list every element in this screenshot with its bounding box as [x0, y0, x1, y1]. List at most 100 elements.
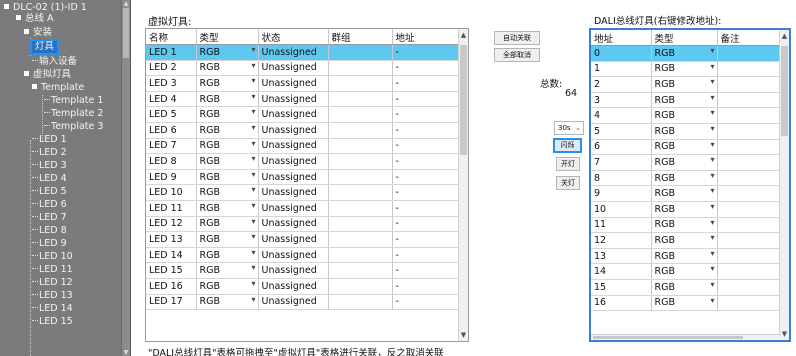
- cell-type[interactable]: RGB ▾: [196, 247, 259, 264]
- cell-note[interactable]: [717, 139, 782, 156]
- table-row[interactable]: 6 RGB ▾: [591, 139, 782, 156]
- cell-type[interactable]: RGB ▾: [196, 169, 259, 186]
- cell-group[interactable]: [328, 231, 393, 248]
- cell-group[interactable]: [328, 75, 393, 92]
- cell-type[interactable]: RGB ▾: [196, 278, 259, 295]
- cell-type[interactable]: RGB ▾: [196, 184, 259, 202]
- dropdown-arrow-icon[interactable]: ▾: [710, 93, 714, 102]
- tree-led-8[interactable]: LED 8: [32, 225, 67, 237]
- cell-address[interactable]: -: [392, 278, 461, 295]
- cell-type[interactable]: RGB ▾: [196, 60, 259, 77]
- interval-select[interactable]: 30s ⌄: [554, 121, 584, 135]
- cell-note[interactable]: [717, 45, 782, 62]
- cell-group[interactable]: [328, 262, 393, 279]
- scroll-up-icon[interactable]: ▲: [459, 31, 468, 39]
- cell-name[interactable]: LED 6: [146, 122, 197, 139]
- cell-name[interactable]: LED 9: [146, 169, 197, 186]
- table-row[interactable]: LED 17 RGB ▾ Unassigned -: [146, 294, 461, 311]
- flash-button[interactable]: 闪烁: [553, 138, 582, 153]
- table-row[interactable]: LED 3 RGB ▾ Unassigned -: [146, 75, 461, 92]
- table-row[interactable]: LED 1 RGB ▾ Unassigned -: [146, 44, 461, 61]
- cell-type[interactable]: RGB ▾: [651, 61, 718, 78]
- table-row[interactable]: LED 15 RGB ▾ Unassigned -: [146, 262, 461, 279]
- cell-note[interactable]: [717, 201, 782, 218]
- tree-led-12[interactable]: LED 12: [32, 277, 73, 289]
- table-row[interactable]: LED 7 RGB ▾ Unassigned -: [146, 138, 461, 155]
- tree-led-14[interactable]: LED 14: [32, 303, 73, 315]
- cell-status[interactable]: Unassigned: [258, 75, 329, 92]
- cell-address[interactable]: -: [392, 60, 461, 77]
- dropdown-arrow-icon[interactable]: ▾: [251, 45, 255, 54]
- tree-led-6[interactable]: LED 6: [32, 199, 67, 211]
- dropdown-arrow-icon[interactable]: ▾: [251, 61, 255, 70]
- dropdown-arrow-icon[interactable]: ▾: [251, 217, 255, 226]
- table-row[interactable]: LED 9 RGB ▾ Unassigned -: [146, 169, 461, 186]
- dropdown-arrow-icon[interactable]: ▾: [710, 218, 714, 227]
- scroll-up-icon[interactable]: ▲: [123, 0, 129, 7]
- cell-type[interactable]: RGB ▾: [651, 217, 718, 234]
- cell-address[interactable]: -: [392, 91, 461, 108]
- cell-address[interactable]: 2: [591, 76, 652, 93]
- tree-led-13[interactable]: LED 13: [32, 290, 73, 302]
- dropdown-arrow-icon[interactable]: ▾: [710, 296, 714, 305]
- cell-group[interactable]: [328, 60, 393, 77]
- cell-address[interactable]: -: [392, 247, 461, 264]
- table-row[interactable]: LED 6 RGB ▾ Unassigned -: [146, 122, 461, 139]
- cell-address[interactable]: 16: [591, 295, 652, 312]
- cell-address[interactable]: 9: [591, 185, 652, 203]
- scroll-thumb[interactable]: [460, 45, 467, 155]
- cell-type[interactable]: RGB ▾: [651, 123, 718, 140]
- cell-address[interactable]: 11: [591, 217, 652, 234]
- tree-template-1[interactable]: Template 1: [44, 95, 103, 107]
- cell-type[interactable]: RGB ▾: [196, 262, 259, 279]
- dropdown-arrow-icon[interactable]: ▾: [251, 279, 255, 288]
- cell-address[interactable]: -: [392, 294, 461, 311]
- dropdown-arrow-icon[interactable]: ▾: [251, 263, 255, 272]
- dropdown-arrow-icon[interactable]: ▾: [251, 295, 255, 304]
- dali-table-hscrollbar[interactable]: [591, 334, 781, 340]
- tree-led-4[interactable]: LED 4: [32, 173, 67, 185]
- cell-note[interactable]: [717, 232, 782, 249]
- dropdown-arrow-icon[interactable]: ▾: [710, 186, 714, 195]
- cell-type[interactable]: RGB ▾: [651, 201, 718, 218]
- tree-fixture[interactable]: 灯具: [29, 39, 60, 55]
- cell-type[interactable]: RGB ▾: [196, 231, 259, 248]
- table-row[interactable]: 1 RGB ▾: [591, 61, 782, 78]
- cell-group[interactable]: [328, 200, 393, 217]
- cell-address[interactable]: -: [392, 153, 461, 170]
- table-row[interactable]: 9 RGB ▾: [591, 185, 782, 203]
- table-row[interactable]: LED 16 RGB ▾ Unassigned -: [146, 278, 461, 295]
- table-row[interactable]: LED 8 RGB ▾ Unassigned -: [146, 153, 461, 170]
- tree-led-1[interactable]: LED 1: [32, 134, 67, 146]
- cell-address[interactable]: -: [392, 184, 461, 202]
- dropdown-arrow-icon[interactable]: ▾: [710, 171, 714, 180]
- dropdown-arrow-icon[interactable]: ▾: [710, 202, 714, 211]
- cell-address[interactable]: -: [392, 262, 461, 279]
- tree-led-3[interactable]: LED 3: [32, 160, 67, 172]
- dropdown-arrow-icon[interactable]: ▾: [710, 249, 714, 258]
- cell-status[interactable]: Unassigned: [258, 294, 329, 311]
- tree-template[interactable]: Template: [32, 82, 84, 94]
- cell-address[interactable]: -: [392, 44, 461, 61]
- cell-type[interactable]: RGB ▾: [196, 216, 259, 233]
- cell-group[interactable]: [328, 91, 393, 108]
- cell-type[interactable]: RGB ▾: [196, 294, 259, 311]
- tree-template-3[interactable]: Template 3: [44, 121, 103, 133]
- cell-type[interactable]: RGB ▾: [651, 295, 718, 312]
- turn-off-button[interactable]: 关灯: [556, 176, 580, 190]
- cell-name[interactable]: LED 14: [146, 247, 197, 264]
- cell-group[interactable]: [328, 216, 393, 233]
- scroll-thumb[interactable]: [781, 46, 788, 136]
- cell-type[interactable]: RGB ▾: [651, 263, 718, 280]
- cell-type[interactable]: RGB ▾: [651, 107, 718, 125]
- cell-address[interactable]: 13: [591, 248, 652, 265]
- cell-address[interactable]: -: [392, 106, 461, 124]
- table-row[interactable]: LED 2 RGB ▾ Unassigned -: [146, 60, 461, 77]
- cell-note[interactable]: [717, 217, 782, 234]
- tree-led-11[interactable]: LED 11: [32, 264, 73, 276]
- table-row[interactable]: 15 RGB ▾: [591, 279, 782, 296]
- cell-type[interactable]: RGB ▾: [651, 45, 718, 62]
- dropdown-arrow-icon[interactable]: ▾: [251, 248, 255, 257]
- cell-type[interactable]: RGB ▾: [651, 170, 718, 187]
- cell-group[interactable]: [328, 122, 393, 139]
